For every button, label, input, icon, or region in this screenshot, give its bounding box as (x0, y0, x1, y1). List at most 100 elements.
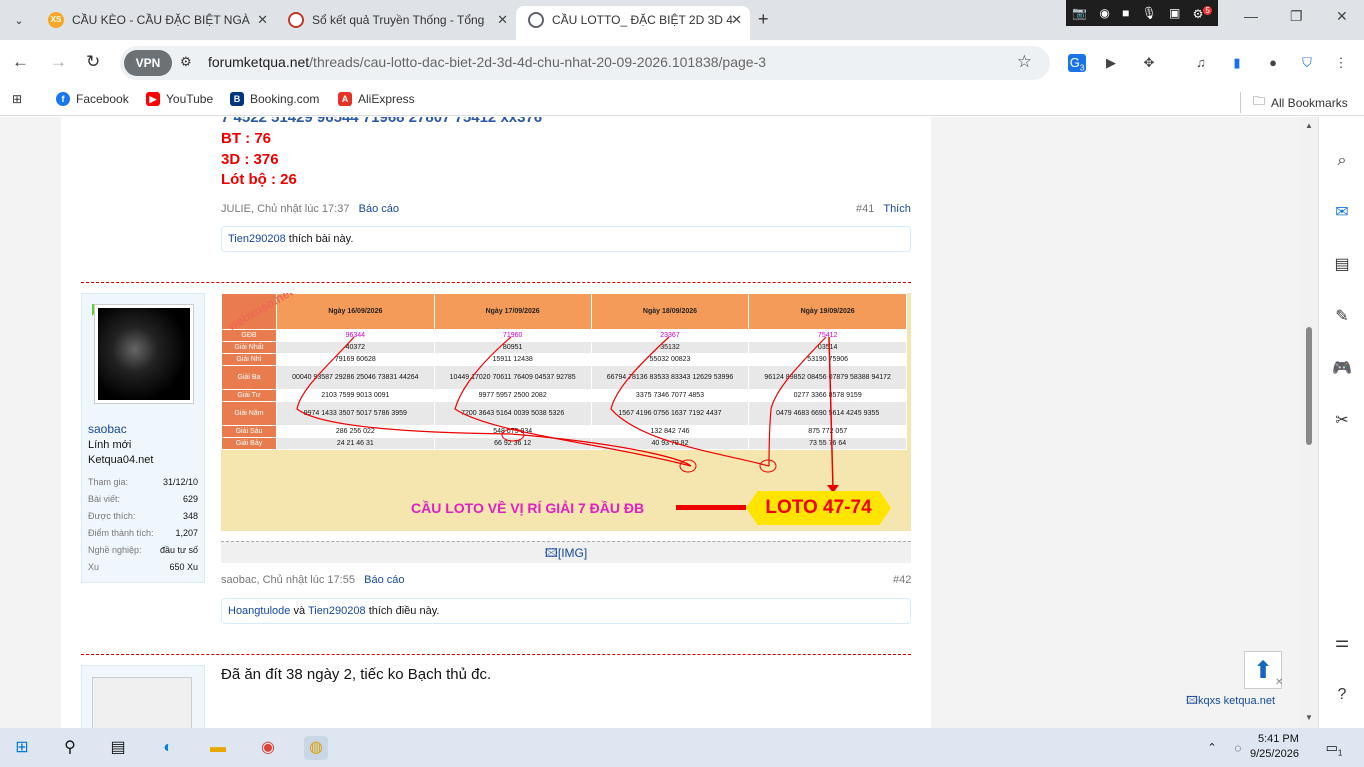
tab-cau-lotto[interactable]: CẦU LOTTO_ ĐẶC BIỆT 2D 3D 4 ✕ (516, 6, 750, 40)
stat-row: Được thích: 348 (82, 508, 204, 525)
clock[interactable]: 5:41 PM 9/25/2026 (1250, 732, 1299, 762)
kqxs-link[interactable]: 🖾kqxs ketqua.net (1186, 692, 1275, 711)
report-link[interactable]: Báo cáo (359, 203, 399, 215)
tab-search-button[interactable]: ⌄ (8, 9, 30, 31)
apps-grid-icon[interactable]: ⊞ (12, 92, 22, 106)
windows-start-icon[interactable]: ⊞ (10, 736, 34, 760)
next-avatar[interactable] (92, 677, 192, 728)
window-icon[interactable]: ▣ (1169, 6, 1180, 20)
bookmark-booking[interactable]: B Booking.com (230, 92, 319, 106)
video-extension-icon[interactable]: ▶ (1102, 54, 1120, 72)
likes-text: thích bài này. (288, 233, 354, 245)
aliexpress-icon: A (338, 92, 352, 106)
tab-cau-keo[interactable]: XS CẦU KÈO - CẦU ĐẶC BIỆT NGÀ ✕ (36, 6, 276, 40)
avatar[interactable] (94, 304, 194, 404)
close-tab-icon[interactable]: ✕ (257, 6, 268, 34)
vpn-app-icon[interactable]: ◍ (304, 736, 328, 760)
shield-icon[interactable]: ⛉ (1298, 54, 1316, 72)
tray-chevron-icon[interactable]: ⌃ (1200, 736, 1224, 760)
username[interactable]: saobac (88, 422, 127, 436)
bookmark-star-icon[interactable]: ☆ (1017, 52, 1032, 72)
tab-so-ket-qua[interactable]: Sổ kết quả Truyền Thống - Tổng ✕ (276, 6, 516, 40)
url-text[interactable]: forumketqua.net/threads/cau-lotto-dac-bi… (208, 54, 766, 70)
reading-list-icon[interactable]: ▤ (1332, 255, 1352, 275)
close-icon[interactable]: ✕ (1275, 677, 1283, 688)
post-time[interactable]: Chủ nhật lúc 17:37 (257, 203, 349, 215)
notification-icon[interactable]: ▭1 (1322, 736, 1346, 760)
site-info-icon[interactable]: ⚙ (180, 54, 192, 70)
bookmark-aliexpress[interactable]: A AliExpress (338, 92, 415, 106)
stat-label: Tham gia: (88, 477, 129, 487)
bookmark-youtube[interactable]: ▶ YouTube (146, 92, 213, 106)
report-link[interactable]: Báo cáo (364, 574, 404, 586)
arrow-icon (676, 505, 746, 510)
help-icon[interactable]: ? (1332, 685, 1352, 705)
camera-icon[interactable]: ◉ (1099, 6, 1109, 20)
address-bar[interactable]: VPN ⚙ forumketqua.net/threads/cau-lotto-… (120, 46, 1050, 80)
scrollbar-thumb[interactable] (1306, 327, 1312, 445)
stat-row: Xu 650 Xu (82, 559, 204, 576)
post-divider (81, 282, 911, 283)
microphone-icon[interactable]: 🎙 (1142, 6, 1157, 20)
folder-icon: 🗀 (1253, 94, 1266, 108)
bookmark-label: AliExpress (358, 92, 415, 106)
tools-icon[interactable]: ✂ (1332, 411, 1352, 431)
close-tab-icon[interactable]: ✕ (497, 6, 508, 34)
like-link[interactable]: Thích (883, 203, 911, 215)
xs-site-icon: XS (48, 12, 64, 28)
puzzle-icon[interactable]: ✥ (1140, 54, 1158, 72)
likes-summary: Hoangtulode và Tien290208 thích điều này… (221, 598, 911, 624)
post-author[interactable]: saobac (221, 574, 256, 586)
stat-label: Nghề nghiệp: (88, 545, 142, 555)
back-arrow-icon[interactable]: ← (12, 52, 29, 72)
trace-line (828, 336, 834, 490)
file-explorer-icon[interactable]: ▬ (206, 736, 230, 760)
edge-icon[interactable]: ◐ (156, 736, 180, 760)
post-author[interactable]: JULIE (221, 203, 251, 215)
extension-icon[interactable]: G3 (1068, 54, 1086, 73)
post-number[interactable]: #41 Thích (856, 203, 911, 215)
chrome-icon[interactable]: ◉ (256, 736, 280, 760)
new-tab-button[interactable]: + (758, 9, 769, 30)
forward-arrow-icon[interactable]: → (50, 52, 67, 72)
liker-link[interactable]: Hoangtulode (228, 605, 290, 617)
liker-link[interactable]: Tien290208 (308, 605, 366, 617)
trace-line (768, 336, 827, 467)
restore-button[interactable]: ❐ (1290, 8, 1303, 25)
liker-link[interactable]: Tien290208 (228, 233, 286, 245)
post-time[interactable]: Chủ nhật lúc 17:55 (263, 574, 355, 586)
network-icon[interactable]: ◌ (1226, 736, 1250, 760)
copilot-chat-icon[interactable]: ✉ (1332, 203, 1352, 223)
page-scrollbar[interactable]: ▲ ▼ (1300, 117, 1318, 728)
tab-title: CẦU KÈO - CẦU ĐẶC BIỆT NGÀ (72, 13, 250, 27)
scroll-down-icon[interactable]: ▼ (1305, 713, 1313, 722)
side-panel-icon[interactable]: ▮ (1228, 54, 1246, 72)
all-bookmarks[interactable]: 🗀 All Bookmarks (1240, 92, 1348, 113)
bookmark-facebook[interactable]: f Facebook (56, 92, 129, 106)
bookmark-label: YouTube (166, 92, 214, 106)
vpn-button[interactable]: VPN (124, 50, 172, 76)
menu-dots-icon[interactable]: ⋮ (1332, 54, 1350, 72)
task-view-icon[interactable]: ▤ (106, 736, 130, 760)
search-icon[interactable]: ⚲ (58, 736, 82, 760)
lotto-result-image[interactable]: webxoso.net Ngày 16/09/2026 Ngày 17/09/2… (221, 293, 911, 531)
user-info: saobac Lính mới Ketqua04.net Tham gia: 31… (81, 293, 205, 583)
trace-line (610, 336, 770, 467)
tab-bar: ⌄ XS CẦU KÈO - CẦU ĐẶC BIỆT NGÀ ✕ Sổ kết… (0, 0, 1364, 40)
reload-icon[interactable]: ↻ (86, 52, 100, 72)
scroll-up-icon[interactable]: ▲ (1305, 121, 1313, 130)
minimize-button[interactable]: — (1244, 8, 1258, 24)
profile-icon[interactable]: ● (1264, 54, 1282, 72)
settings-gear-icon[interactable]: ⚙ 5 (1193, 5, 1212, 21)
video-icon[interactable]: ■ (1122, 6, 1129, 20)
broken-image[interactable]: 🖾[IMG] (221, 541, 911, 563)
close-tab-icon[interactable]: ✕ (731, 6, 742, 34)
screenshot-icon[interactable]: 📷 (1072, 6, 1087, 20)
close-window-button[interactable]: ✕ (1336, 8, 1348, 25)
games-icon[interactable]: 🎮 (1332, 359, 1352, 379)
notes-icon[interactable]: ✎ (1332, 307, 1352, 327)
media-control-icon[interactable]: ♫ (1192, 54, 1210, 72)
post-number[interactable]: #42 (893, 574, 911, 586)
search-icon[interactable]: ⌕ (1332, 151, 1352, 171)
customize-icon[interactable]: ⚌ (1332, 633, 1352, 653)
